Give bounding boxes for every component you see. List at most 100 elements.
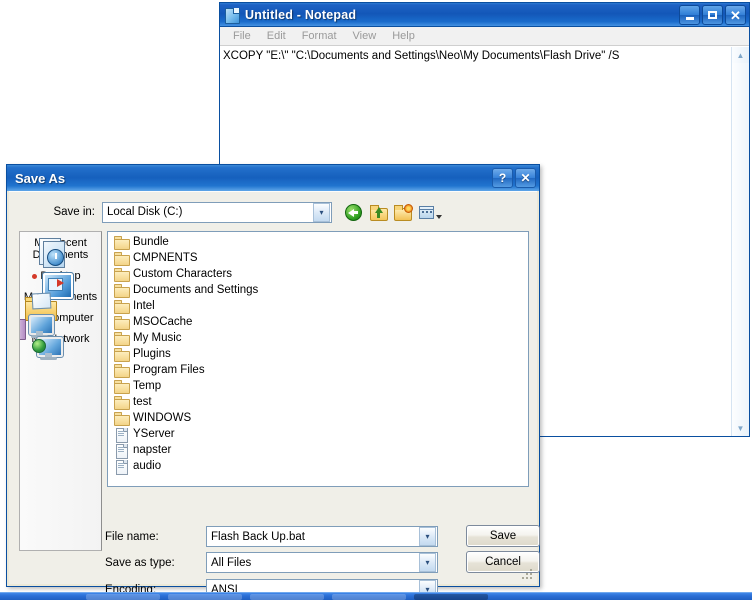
help-button[interactable]: ? (492, 168, 513, 188)
maximize-button[interactable] (702, 5, 723, 25)
taskbar-button-active[interactable] (414, 594, 488, 600)
taskbar-button[interactable] (250, 594, 324, 600)
file-list-item[interactable]: My Music (111, 330, 528, 346)
file-list-item-label: Temp (133, 380, 162, 392)
save-as-content: Save in: Local Disk (C:) ▾ Recent My Com… (9, 191, 540, 600)
file-list-item[interactable]: CMPNENTS (111, 250, 528, 266)
save-as-dialog: Save As ? ✕ Save in: Local Disk (C:) ▾ R… (6, 164, 540, 600)
folder-icon (114, 411, 130, 426)
file-name-value: Flash Back Up.bat (211, 530, 305, 543)
file-list-item[interactable]: Custom Characters (111, 266, 528, 282)
file-list-item-label: WINDOWS (133, 412, 192, 424)
file-list-item[interactable]: Plugins (111, 346, 528, 362)
file-list-item[interactable]: Bundle (111, 234, 528, 250)
file-list-item[interactable]: WINDOWS (111, 410, 528, 426)
file-list-item-label: test (133, 396, 152, 408)
save-in-label: Save in: (53, 206, 95, 218)
menu-help[interactable]: Help (384, 29, 423, 43)
save-as-window-buttons: ? ✕ (492, 168, 536, 188)
save-in-dropdown[interactable]: Local Disk (C:) ▾ (102, 201, 332, 223)
save-as-titlebar[interactable]: Save As ? ✕ (7, 165, 539, 191)
taskbar-button[interactable] (332, 594, 406, 600)
menu-view[interactable]: View (345, 29, 385, 43)
resize-grip[interactable] (522, 569, 534, 581)
folder-icon (114, 395, 130, 410)
file-list-item-label: napster (133, 444, 172, 456)
views-icon[interactable] (419, 203, 442, 222)
file-list-item-label: Custom Characters (133, 268, 233, 280)
folder-icon (114, 315, 130, 330)
file-list-item[interactable]: MSOCache (111, 314, 528, 330)
file-list[interactable]: Bundle CMPNENTS Custom Characters Documents… (107, 231, 529, 487)
folder-icon (114, 363, 130, 378)
save-as-title: Save As (15, 170, 66, 186)
places-bar: My Recent Documents Desktop My Documents… (19, 231, 102, 551)
file-list-item-label: Bundle (133, 236, 169, 248)
file-name-input[interactable]: Flash Back Up.bat ▾ (206, 526, 438, 547)
create-new-folder-icon[interactable] (394, 203, 413, 222)
chevron-down-icon[interactable]: ▾ (419, 527, 436, 546)
close-icon[interactable]: ✕ (515, 168, 536, 188)
folder-icon (114, 267, 130, 282)
save-as-type-dropdown[interactable]: All Files ▾ (206, 552, 438, 573)
folder-icon (114, 251, 130, 266)
folder-icon (114, 299, 130, 314)
notepad-menubar: File Edit Format View Help (220, 27, 749, 46)
minimize-button[interactable] (679, 5, 700, 25)
taskbar[interactable] (0, 592, 752, 600)
file-list-item[interactable]: Documents and Settings (111, 282, 528, 298)
file-list-item[interactable]: audio (111, 458, 528, 475)
menu-format[interactable]: Format (294, 29, 345, 43)
file-list-item-label: Plugins (133, 348, 171, 360)
folder-icon (114, 379, 130, 394)
notepad-vertical-scrollbar[interactable]: ▲ ▼ (731, 47, 749, 436)
save-as-toolbar (344, 203, 442, 222)
folder-icon (114, 347, 130, 362)
file-list-item[interactable]: Intel (111, 298, 528, 314)
folder-icon (114, 235, 130, 250)
file-list-item-label: CMPNENTS (133, 252, 198, 264)
save-in-value: Local Disk (C:) (107, 206, 183, 218)
file-list-item[interactable]: Program Files (111, 362, 528, 378)
save-as-type-label: Save as type: (105, 556, 175, 569)
taskbar-button[interactable] (168, 594, 242, 600)
file-icon (114, 427, 129, 443)
folder-icon (114, 283, 130, 298)
save-as-type-value: All Files (211, 556, 252, 569)
notepad-titlebar[interactable]: Untitled - Notepad ✕ (220, 3, 749, 27)
menu-file[interactable]: File (225, 29, 259, 43)
file-icon (114, 443, 129, 459)
file-list-item[interactable]: test (111, 394, 528, 410)
file-name-row: File name: Flash Back Up.bat ▾ (9, 526, 537, 547)
file-list-item[interactable]: Temp (111, 378, 528, 394)
scroll-up-icon[interactable]: ▲ (732, 47, 749, 63)
file-name-label: File name: (105, 530, 159, 543)
chevron-down-icon[interactable]: ▾ (419, 553, 436, 572)
file-list-item[interactable]: YServer (111, 426, 528, 443)
file-list-item-label: Documents and Settings (133, 284, 259, 296)
scroll-down-icon[interactable]: ▼ (732, 420, 749, 436)
folder-icon (114, 331, 130, 346)
file-list-item-label: My Music (133, 332, 182, 344)
taskbar-button[interactable] (86, 594, 160, 600)
back-icon[interactable] (344, 203, 363, 222)
notepad-icon (224, 7, 240, 24)
notepad-title: Untitled - Notepad (245, 8, 357, 22)
place-desktop[interactable]: Desktop (20, 265, 101, 300)
place-my-recent-documents[interactable]: My Recent Documents (20, 232, 101, 268)
menu-edit[interactable]: Edit (259, 29, 294, 43)
file-list-item-label: Intel (133, 300, 155, 312)
save-in-row: Save in: Local Disk (C:) ▾ (9, 200, 537, 224)
close-button[interactable]: ✕ (725, 5, 746, 25)
file-list-item-label: audio (133, 460, 162, 472)
up-one-level-icon[interactable] (369, 203, 388, 222)
file-list-item[interactable]: napster (111, 442, 528, 459)
save-button[interactable]: Save (466, 525, 540, 547)
file-icon (114, 459, 129, 475)
scrollbar-track[interactable] (732, 63, 749, 420)
notepad-window-buttons: ✕ (679, 5, 746, 25)
file-list-item-label: YServer (133, 428, 175, 440)
file-list-item-label: MSOCache (133, 316, 193, 328)
chevron-down-icon[interactable]: ▾ (313, 202, 330, 222)
save-as-type-row: Save as type: All Files ▾ (9, 552, 537, 573)
